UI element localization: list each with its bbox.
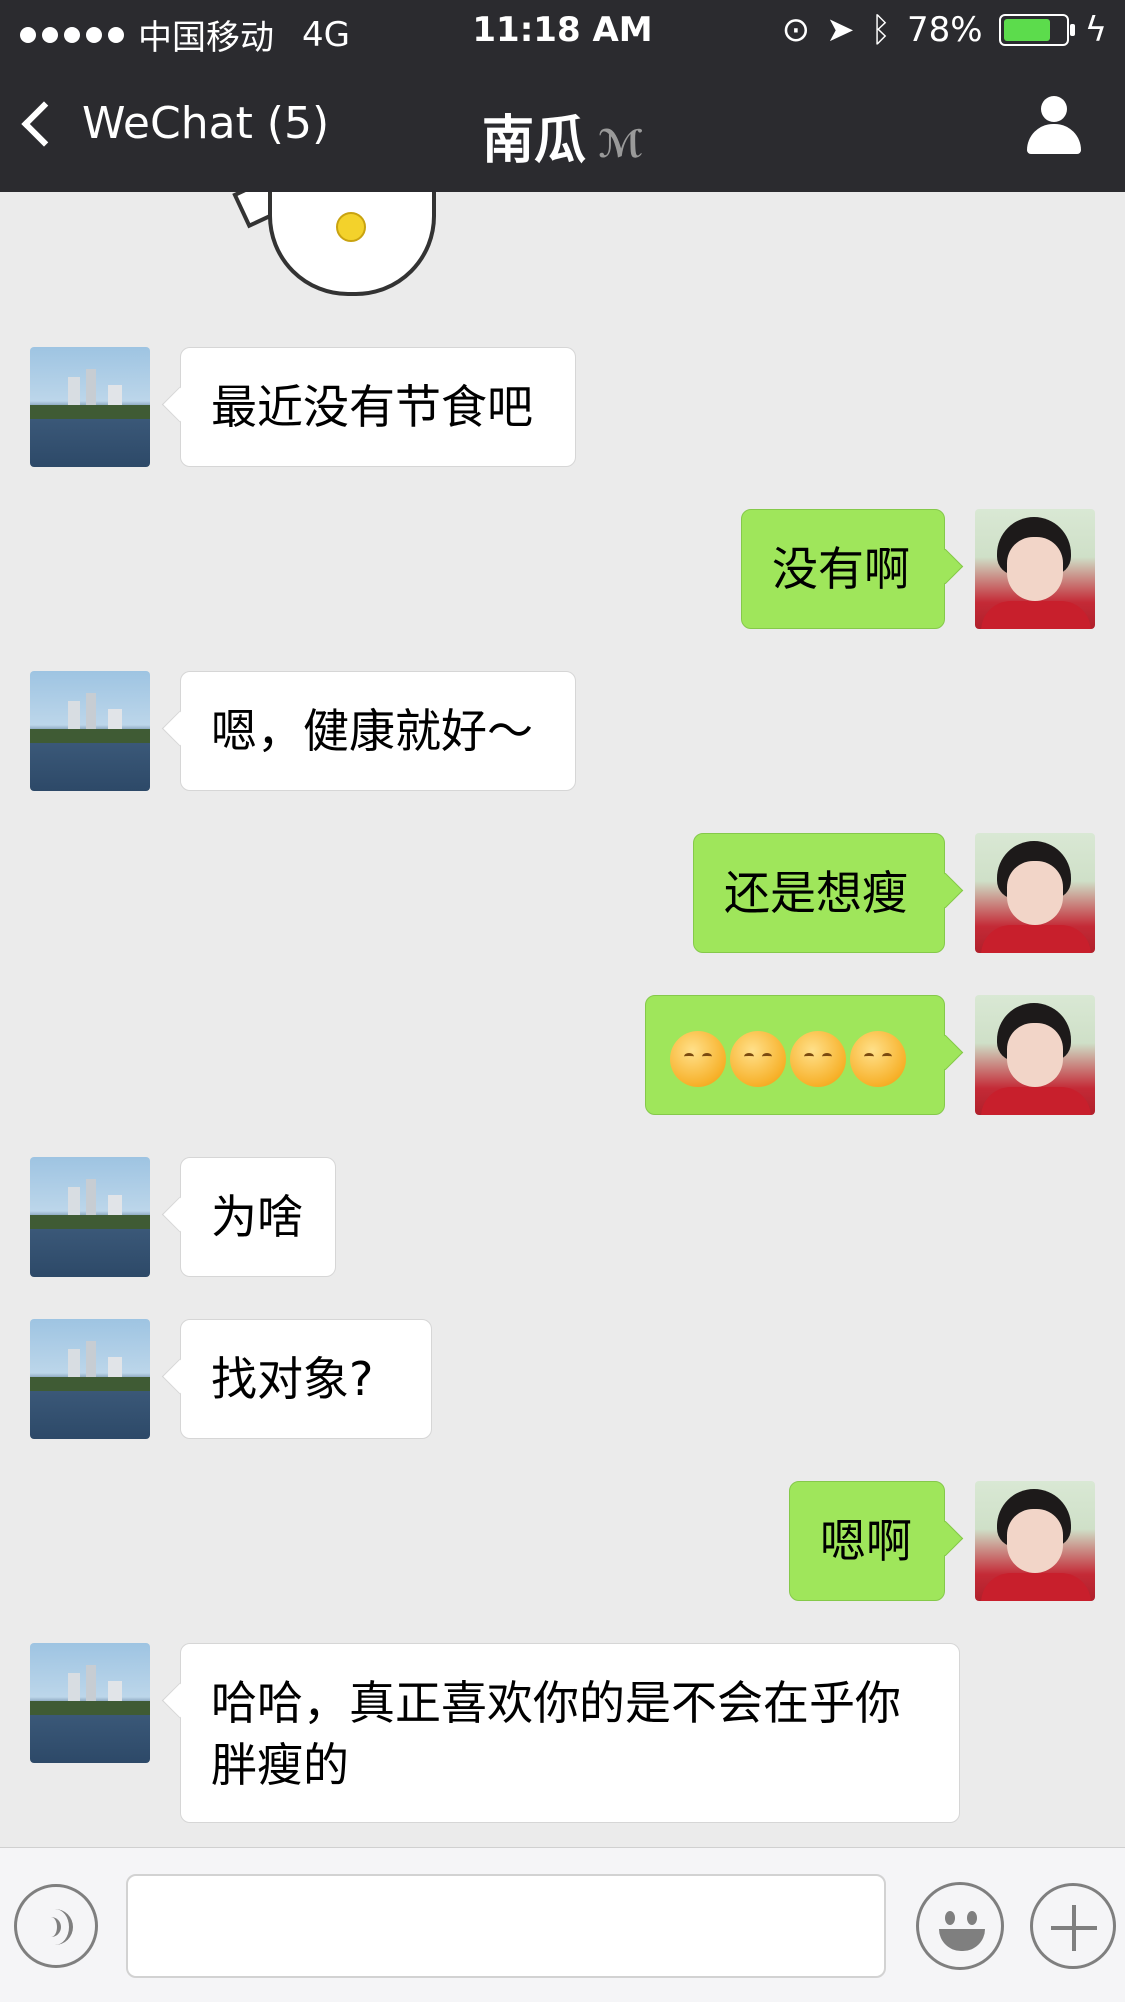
message-bubble[interactable]: 哈哈，真正喜欢你的是不会在乎你 胖瘦的	[180, 1643, 960, 1823]
contact-name: 南瓜	[481, 111, 586, 171]
rotation-lock-icon: ⊙	[781, 10, 811, 50]
profile-button[interactable]	[1025, 96, 1083, 154]
my-avatar[interactable]	[975, 995, 1095, 1115]
message-bubble[interactable]: 找对象?	[180, 1319, 432, 1439]
message-received: 最近没有节食吧	[30, 347, 576, 467]
status-bar: 中国移动 4G 11:18 AM ⊙ ➤ ᛒ 78% ϟ	[0, 0, 1125, 64]
contact-avatar[interactable]	[30, 1643, 150, 1763]
my-avatar[interactable]	[975, 509, 1095, 629]
emoji-button[interactable]	[916, 1882, 1004, 1970]
message-bubble[interactable]: 没有啊	[741, 509, 945, 629]
message-input[interactable]	[126, 1874, 886, 1978]
message-received: 找对象?	[30, 1319, 432, 1439]
chat-area[interactable]: 最近没有节食吧 没有啊 嗯，健康就好～ 还是想瘦 为啥 找对象? 嗯啊 哈哈，真…	[0, 192, 1125, 1847]
nav-bar: WeChat (5) 南瓜 ℳ	[0, 64, 1125, 192]
chat-title: 南瓜 ℳ	[0, 98, 1125, 173]
bluetooth-icon: ᛒ	[870, 10, 891, 50]
message-sent: 还是想瘦	[693, 833, 1095, 953]
message-sent: 嗯啊	[789, 1481, 1095, 1601]
my-avatar[interactable]	[975, 1481, 1095, 1601]
my-avatar[interactable]	[975, 833, 1095, 953]
contact-avatar[interactable]	[30, 347, 150, 467]
relieved-face-icon	[730, 1030, 786, 1087]
message-bubble[interactable]: 嗯啊	[789, 1481, 945, 1601]
charging-icon: ϟ	[1084, 10, 1107, 50]
input-bar	[0, 1847, 1125, 2002]
voice-button[interactable]	[14, 1884, 98, 1968]
location-icon: ➤	[826, 10, 855, 50]
contact-avatar[interactable]	[30, 671, 150, 791]
emoji-message-bubble[interactable]	[645, 995, 945, 1115]
message-sent: 没有啊	[741, 509, 1095, 629]
earpiece-mode-icon: ℳ	[598, 122, 643, 166]
top-bar: 中国移动 4G 11:18 AM ⊙ ➤ ᛒ 78% ϟ WeChat (5) …	[0, 0, 1125, 192]
message-sent	[645, 995, 1095, 1115]
message-bubble[interactable]: 为啥	[180, 1157, 336, 1277]
message-bubble[interactable]: 最近没有节食吧	[180, 347, 576, 467]
message-bubble[interactable]: 嗯，健康就好～	[180, 671, 576, 791]
message-bubble[interactable]: 还是想瘦	[693, 833, 945, 953]
battery-icon	[998, 14, 1075, 46]
battery-percent: 78%	[906, 10, 983, 50]
message-received: 为啥	[30, 1157, 336, 1277]
relieved-face-icon	[850, 1030, 906, 1087]
contact-avatar[interactable]	[30, 1157, 150, 1277]
message-received: 嗯，健康就好～	[30, 671, 576, 791]
relieved-face-icon	[670, 1030, 726, 1087]
sticker-image[interactable]	[232, 192, 468, 296]
relieved-face-icon	[790, 1030, 846, 1087]
more-button[interactable]	[1030, 1883, 1116, 1969]
contact-avatar[interactable]	[30, 1319, 150, 1439]
message-received: 哈哈，真正喜欢你的是不会在乎你 胖瘦的	[30, 1643, 960, 1823]
